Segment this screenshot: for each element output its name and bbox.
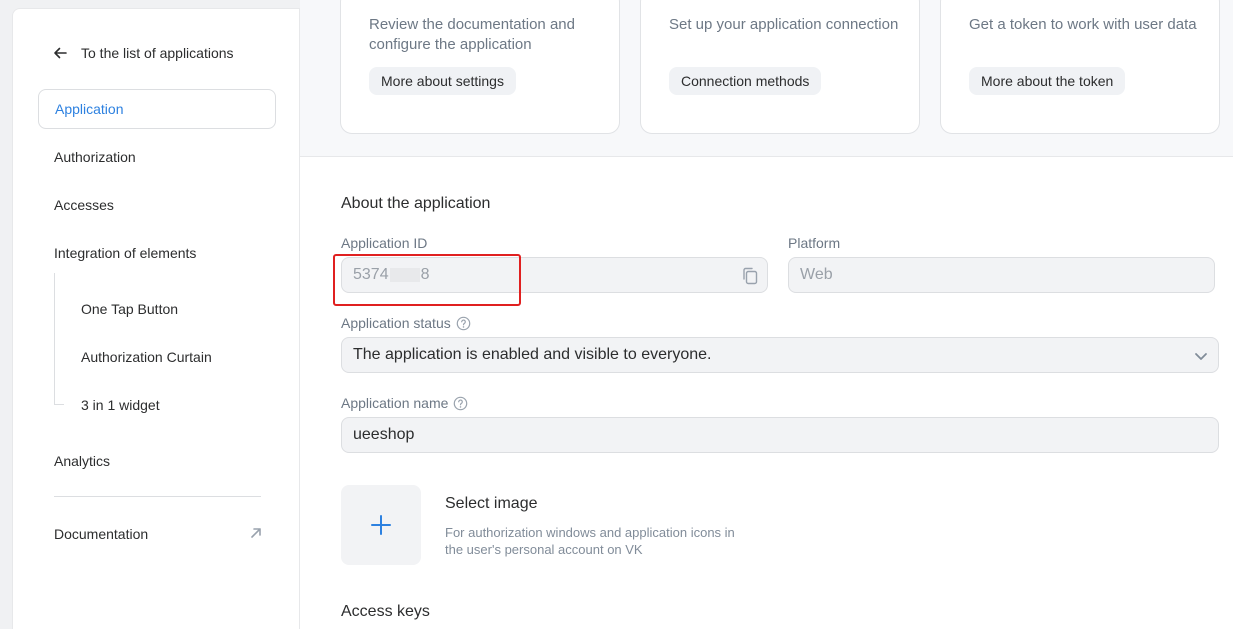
- app-id-suffix: 8: [420, 266, 430, 283]
- sidebar-item-analytics[interactable]: Analytics: [38, 441, 276, 481]
- platform-value: Web: [800, 266, 833, 283]
- platform-label: Platform: [788, 235, 840, 251]
- sidebar-item-label: Analytics: [54, 453, 111, 469]
- status-value: The application is enabled and visible t…: [353, 346, 712, 363]
- app-id-field[interactable]: 5374 8: [341, 257, 768, 293]
- card-connection: Set up your application connection Conne…: [640, 0, 920, 134]
- connection-methods-button[interactable]: Connection methods: [669, 67, 822, 95]
- sidebar-item-documentation[interactable]: Documentation: [38, 514, 276, 554]
- sidebar-subitem-3-in-1-widget[interactable]: 3 in 1 widget: [81, 393, 160, 417]
- more-about-token-button[interactable]: More about the token: [969, 67, 1126, 95]
- card-text: Review the documentation and configure t…: [369, 16, 575, 53]
- sub-tree-tick: [54, 404, 64, 405]
- sub-tree-line: [54, 273, 55, 405]
- card-text: Set up your application connection: [669, 16, 899, 33]
- arrow-left-icon: [54, 47, 67, 59]
- sidebar-subitem-label: One Tap Button: [81, 301, 179, 317]
- sidebar-item-accesses[interactable]: Accesses: [38, 185, 276, 225]
- back-link-label: To the list of applications: [81, 45, 234, 61]
- card-token: Get a token to work with user data More …: [940, 0, 1220, 134]
- sidebar-item-integration-of-elements[interactable]: Integration of elements: [38, 233, 276, 273]
- card-settings: Review the documentation and configure t…: [340, 0, 620, 134]
- platform-label-text: Platform: [788, 235, 841, 251]
- platform-field[interactable]: Web: [788, 257, 1215, 293]
- sidebar-item-label: Integration of elements: [54, 245, 197, 261]
- sidebar-subitem-authorization-curtain[interactable]: Authorization Curtain: [81, 345, 212, 369]
- select-image-description: For authorization windows and applicatio…: [445, 525, 735, 557]
- sidebar-subitem-label: Authorization Curtain: [81, 349, 212, 365]
- app-id-redaction: [389, 268, 420, 282]
- help-circle-icon[interactable]: [456, 316, 471, 331]
- sidebar-subitem-label: 3 in 1 widget: [81, 397, 160, 413]
- access-keys-title: Access keys: [341, 603, 430, 620]
- sidebar-item-label: Authorization: [54, 149, 136, 165]
- sidebar-subitem-one-tap-button[interactable]: One Tap Button: [81, 297, 178, 321]
- sidebar-item-application[interactable]: Application: [38, 89, 276, 129]
- select-image-button[interactable]: [341, 485, 421, 565]
- app-id-label: Application ID: [341, 235, 427, 251]
- sidebar-item-authorization[interactable]: Authorization: [38, 137, 276, 177]
- sidebar-item-label: Documentation: [54, 526, 149, 542]
- status-select[interactable]: The application is enabled and visible t…: [341, 337, 1219, 373]
- name-label: Application name: [341, 395, 468, 411]
- status-label-text: Application status: [341, 315, 451, 331]
- name-label-text: Application name: [341, 395, 449, 411]
- app-id-prefix: 5374: [353, 266, 389, 283]
- app-name-value: ueeshop: [353, 426, 415, 443]
- app-id-label-text: Application ID: [341, 235, 428, 251]
- sidebar-item-label: Application: [55, 101, 124, 117]
- sidebar: To the list of applications Application …: [12, 8, 300, 629]
- app-name-input[interactable]: ueeshop: [341, 417, 1219, 453]
- copy-icon[interactable]: [742, 267, 758, 285]
- sidebar-item-label: Accesses: [54, 197, 114, 213]
- card-text: Get a token to work with user data: [969, 16, 1197, 33]
- back-to-applications-link[interactable]: To the list of applications: [53, 42, 234, 64]
- external-link-arrow-icon: [251, 528, 261, 538]
- help-circle-icon[interactable]: [453, 396, 468, 411]
- more-about-settings-button[interactable]: More about settings: [369, 67, 516, 95]
- status-label: Application status: [341, 315, 471, 331]
- select-image-title: Select image: [445, 495, 538, 512]
- main-content: About the application Application ID 537…: [300, 157, 1233, 629]
- about-section-title: About the application: [341, 195, 491, 212]
- sidebar-divider: [54, 496, 261, 497]
- plus-icon: [371, 515, 391, 535]
- chevron-down-icon: [1195, 353, 1207, 360]
- info-cards-band: Review the documentation and configure t…: [300, 0, 1233, 157]
